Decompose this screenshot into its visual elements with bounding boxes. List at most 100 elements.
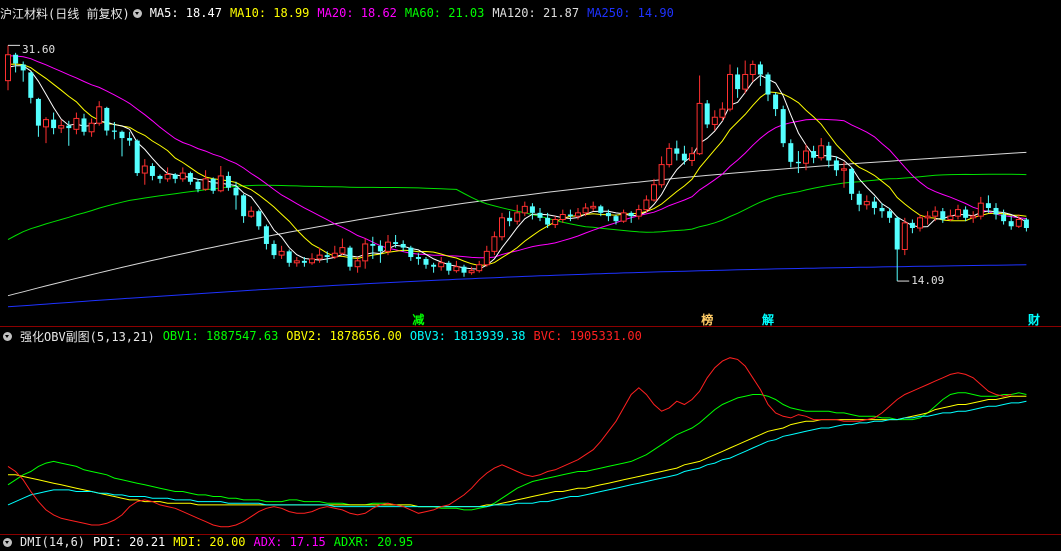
- candle-body-up: [689, 153, 695, 161]
- candle-body-up: [362, 243, 369, 262]
- chart-canvas[interactable]: [0, 0, 1061, 540]
- candle-body-up: [202, 178, 209, 190]
- candle-body-up: [88, 122, 95, 133]
- event-marker[interactable]: 榜: [701, 311, 713, 328]
- candle-body-down: [757, 64, 763, 75]
- candle-body-down: [674, 148, 680, 154]
- candle-body-up: [658, 164, 665, 186]
- candle-body-up: [331, 252, 338, 258]
- candle-body-up: [354, 260, 361, 268]
- candle-body-up: [749, 63, 756, 75]
- obv2-line: [8, 395, 1027, 508]
- candle-body-up: [719, 108, 726, 118]
- candle-body-up: [1015, 218, 1022, 227]
- event-marker[interactable]: 财: [1028, 311, 1040, 328]
- candle-body-up: [339, 247, 346, 254]
- candle-body-down: [301, 260, 307, 263]
- candle-body-down: [529, 206, 535, 213]
- candle-body-down: [811, 151, 817, 158]
- candle-body-down: [909, 222, 915, 228]
- candle-body-down: [628, 212, 634, 217]
- candle-body-down: [210, 178, 216, 191]
- candle-body-down: [263, 226, 269, 244]
- candle-body-down: [225, 175, 231, 188]
- candle-body-up: [590, 205, 597, 209]
- candle-body-down: [613, 216, 619, 222]
- candle-body-up: [917, 217, 923, 229]
- candle-body-down: [393, 242, 399, 244]
- candle-body-up: [217, 175, 224, 192]
- candle-body-down: [598, 206, 604, 213]
- candle-body-up: [955, 209, 961, 217]
- candle-body-up: [727, 73, 733, 110]
- candle-body-down: [377, 245, 383, 252]
- candle-body-down: [537, 212, 543, 218]
- candle-body-up: [970, 215, 977, 219]
- candle-body-down: [735, 74, 741, 90]
- candle-body-up: [385, 241, 391, 252]
- candle-body-down: [879, 207, 885, 212]
- candle-body-down: [324, 255, 330, 258]
- candle-body-down: [423, 258, 429, 265]
- candle-body-down: [871, 201, 877, 208]
- candle-body-down: [119, 131, 125, 139]
- candle-body-down: [400, 243, 406, 248]
- candle-body-up: [96, 106, 103, 124]
- candle-body-up: [559, 213, 566, 220]
- candle-body-down: [1023, 219, 1029, 228]
- candle-body-up: [742, 73, 749, 90]
- candle-body-up: [711, 116, 718, 125]
- high-price-label: 31.60: [22, 43, 55, 56]
- candle-body-down: [795, 161, 801, 164]
- candle-body-up: [58, 125, 65, 129]
- candle-body-down: [788, 143, 794, 162]
- candle-body-up: [483, 250, 490, 266]
- candle-body-up: [164, 174, 171, 180]
- candle-body-up: [863, 201, 870, 206]
- event-marker[interactable]: 解: [762, 311, 774, 328]
- candle-body-down: [13, 54, 19, 64]
- candle-body-down: [20, 64, 26, 71]
- candle-body-down: [172, 174, 178, 179]
- candle-body-up: [977, 202, 984, 217]
- candle-body-down: [605, 212, 611, 217]
- candle-body-down: [507, 217, 513, 222]
- candle-body-up: [438, 262, 445, 268]
- candle-body-down: [681, 153, 687, 161]
- candle-body-down: [833, 160, 839, 171]
- candle-body-up: [73, 117, 80, 130]
- candle-body-down: [704, 103, 710, 125]
- candle-body-up: [5, 54, 11, 82]
- candle-body-up: [179, 172, 186, 180]
- candle-body-down: [286, 251, 292, 263]
- candle-body-up: [476, 264, 483, 272]
- candle-body-down: [256, 211, 262, 227]
- candle-body-down: [28, 72, 34, 98]
- candle-body-down: [773, 94, 779, 110]
- obv3-line: [7, 400, 1027, 508]
- event-marker[interactable]: 减: [412, 311, 424, 328]
- candle-body-up: [293, 260, 300, 264]
- candle-body-down: [233, 187, 239, 196]
- candle-body-up: [43, 119, 49, 128]
- stock-chart-window: 沪江材料(日线 前复权) MA5: 18.47 MA10: 18.99 MA20…: [0, 0, 1061, 549]
- candle-body-up: [818, 145, 825, 159]
- candle-body-down: [134, 140, 140, 174]
- candle-body-down: [849, 168, 855, 194]
- candle-body-up: [453, 266, 460, 272]
- candle-body-up: [499, 217, 505, 238]
- candle-body-up: [666, 147, 673, 166]
- candle-body-up: [932, 210, 939, 217]
- candle-body-up: [575, 212, 581, 217]
- candle-body-down: [826, 145, 832, 161]
- candle-body-down: [887, 211, 893, 218]
- candle-body-down: [35, 98, 41, 126]
- candle-body-up: [552, 218, 559, 226]
- candle-body-up: [521, 205, 528, 214]
- candle-body-down: [856, 193, 862, 205]
- candle-body-up: [491, 236, 498, 252]
- candle-body-up: [841, 168, 847, 171]
- candle-body-down: [157, 175, 163, 179]
- ma250-line: [7, 264, 1027, 308]
- candle-body-up: [635, 209, 642, 217]
